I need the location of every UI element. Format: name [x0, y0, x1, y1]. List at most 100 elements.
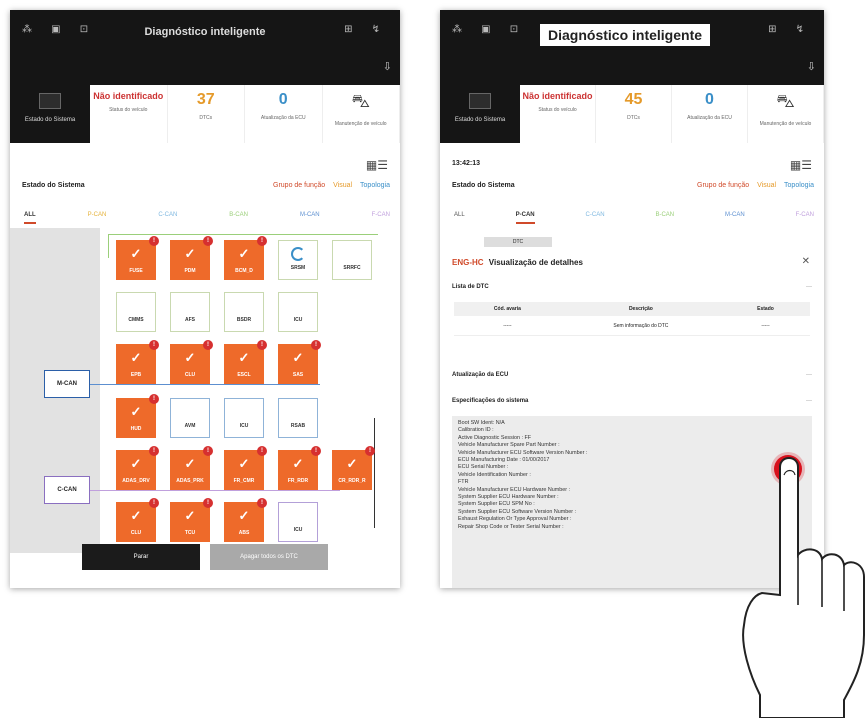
- view-toggle-icon[interactable]: ▦☰: [790, 158, 812, 172]
- ecu-tile[interactable]: ICU: [224, 398, 264, 438]
- view-toggle-icon[interactable]: ▦☰: [366, 158, 388, 172]
- left-tablet-screen: ⁂ ▣ ⊡ Diagnóstico inteligente ⊞ ↯ ⇩ Esta…: [10, 10, 400, 588]
- download-icon[interactable]: ⇩: [383, 60, 392, 73]
- dtc-count[interactable]: 37 DTCs: [168, 85, 245, 143]
- ecu-tile[interactable]: ! ✓ CR_RDR_R: [332, 446, 375, 490]
- vehicle-status[interactable]: Não identificado Status do veículo: [520, 85, 596, 143]
- warning-badge-icon: !: [203, 340, 213, 350]
- ecu-tile[interactable]: RSAB: [278, 398, 318, 438]
- ecu-tile[interactable]: ! ✓ HUD: [116, 394, 159, 438]
- tab-all[interactable]: ALL: [454, 212, 465, 224]
- dtc-list-header[interactable]: Lista de DTC —: [452, 284, 812, 290]
- ecu-tile[interactable]: ICU: [278, 292, 318, 332]
- ecu-update-header[interactable]: Atualização da ECU —: [452, 372, 812, 378]
- col-description: Descrição: [628, 306, 653, 312]
- ecu-update-label: Atualização da ECU: [260, 115, 306, 121]
- car-icon: ⛍: [351, 91, 371, 111]
- visual-link[interactable]: Visual: [333, 182, 352, 189]
- stop-button[interactable]: Parar: [82, 544, 200, 570]
- tab-p-can[interactable]: P-CAN: [515, 212, 535, 224]
- topology-link[interactable]: Topologia: [360, 182, 390, 189]
- home-icon: [39, 93, 61, 109]
- clear-dtc-button[interactable]: Apagar todos os DTC: [210, 544, 328, 570]
- tab-b-can[interactable]: B-CAN: [655, 212, 674, 224]
- loading-spinner-icon: [291, 247, 305, 261]
- vehicle-maintenance[interactable]: ⛍ Manutenção de veículo: [323, 85, 400, 143]
- dtc-count-value: 37: [196, 91, 215, 108]
- app-title: Diagnóstico inteligente: [540, 24, 711, 46]
- timestamp: 13:42:13: [452, 160, 481, 167]
- bus-line: [90, 490, 340, 491]
- ecu-name: RSAB: [290, 423, 306, 429]
- dtc-count[interactable]: 45 DTCs: [596, 85, 672, 143]
- vehicle-status[interactable]: Não identificado Status do veículo: [90, 85, 168, 143]
- ecu-tile[interactable]: ! ✓ BCM_D: [224, 236, 267, 280]
- can-tabs: ALL P-CAN C-CAN B-CAN M-CAN F-CAN: [454, 212, 814, 224]
- ecu-update[interactable]: 0 Atualização da ECU: [672, 85, 748, 143]
- tab-c-can[interactable]: C-CAN: [586, 212, 605, 224]
- ecu-name: FR_RDR: [287, 478, 309, 484]
- tab-f-can[interactable]: F-CAN: [372, 212, 390, 224]
- ecu-name: EPB: [130, 372, 142, 378]
- ecu-tile[interactable]: ! ✓ SAS: [278, 340, 321, 384]
- ecu-tile[interactable]: ICU: [278, 502, 318, 542]
- vehicle-status-label: Status do veículo: [109, 107, 148, 113]
- ecu-tile[interactable]: AFS: [170, 292, 210, 332]
- ecu-tile[interactable]: ! ✓ ADAS_DRV: [116, 446, 159, 490]
- ecu-tile[interactable]: SRSM: [278, 240, 318, 280]
- ecu-name: AVM: [184, 423, 196, 429]
- ecu-tile[interactable]: ! ✓ CLU: [170, 340, 213, 384]
- bus-line: [90, 384, 320, 385]
- download-icon[interactable]: ⇩: [807, 60, 816, 73]
- tab-b-can[interactable]: B-CAN: [229, 212, 248, 224]
- ecu-tile[interactable]: ! ✓ FR_CMR: [224, 446, 267, 490]
- collapse-icon[interactable]: —: [806, 398, 812, 404]
- ecu-name: AFS: [185, 317, 195, 323]
- dtc-table: Cód. avaria Descrição Estado ----- Sem i…: [454, 302, 810, 336]
- cell-code: -----: [503, 323, 512, 329]
- visual-link[interactable]: Visual: [757, 182, 776, 189]
- gateway-m-can[interactable]: M-CAN: [44, 370, 90, 398]
- ecu-name: FR_CMR: [233, 478, 255, 484]
- ecu-tile[interactable]: ! ✓ ADAS_PRK: [170, 446, 213, 490]
- specs-header[interactable]: Especificações do sistema —: [452, 398, 812, 404]
- system-state-title: Estado do Sistema: [452, 182, 515, 189]
- function-group-link[interactable]: Grupo de função: [273, 182, 325, 189]
- function-group-link[interactable]: Grupo de função: [697, 182, 749, 189]
- tab-m-can[interactable]: M-CAN: [300, 212, 320, 224]
- ecu-name: HUD: [130, 426, 142, 432]
- ecu-tile[interactable]: ! ✓ ESCL: [224, 340, 267, 384]
- tab-m-can[interactable]: M-CAN: [725, 212, 745, 224]
- ecu-tile[interactable]: ! ✓ FUSE: [116, 236, 159, 280]
- tab-c-can[interactable]: C-CAN: [158, 212, 177, 224]
- tab-p-can[interactable]: P-CAN: [88, 212, 107, 224]
- tab-all[interactable]: ALL: [24, 212, 36, 224]
- vehicle-maintenance[interactable]: ⛍ Manutenção de veículo: [748, 85, 824, 143]
- ecu-tile[interactable]: ! ✓ EPB: [116, 340, 159, 384]
- top-bar: ⁂ ▣ ⊡ Diagnóstico inteligente ⊞ ↯ ⇩: [10, 10, 400, 85]
- col-code: Cód. avaria: [493, 306, 521, 312]
- home-tile[interactable]: Estado do Sistema: [10, 85, 90, 143]
- ecu-tile[interactable]: CMMS: [116, 292, 156, 332]
- ecu-tile[interactable]: ! ✓ FR_RDR: [278, 446, 321, 490]
- tab-f-can[interactable]: F-CAN: [796, 212, 814, 224]
- warning-badge-icon: !: [149, 446, 159, 456]
- ecu-tile[interactable]: AVM: [170, 398, 210, 438]
- details-title-text: Visualização de detalhes: [488, 258, 583, 267]
- home-tile[interactable]: Estado do Sistema: [440, 85, 520, 143]
- ecu-tile[interactable]: ! ✓ ABS: [224, 498, 267, 542]
- gateway-c-can[interactable]: C-CAN: [44, 476, 90, 504]
- ecu-update[interactable]: 0 Atualização da ECU: [245, 85, 323, 143]
- topology-link[interactable]: Topologia: [784, 182, 814, 189]
- collapse-icon[interactable]: —: [806, 284, 812, 290]
- close-icon[interactable]: ✕: [802, 256, 810, 267]
- ecu-name: BSDR: [236, 317, 252, 323]
- ecu-tile[interactable]: SRRFC: [332, 240, 372, 280]
- ecu-tile[interactable]: ! ✓ TCU: [170, 498, 213, 542]
- table-row[interactable]: ----- Sem informação do DTC -----: [454, 316, 810, 336]
- ecu-tile[interactable]: BSDR: [224, 292, 264, 332]
- ecu-tile[interactable]: ! ✓ PDM: [170, 236, 213, 280]
- collapse-icon[interactable]: —: [806, 372, 812, 378]
- ecu-tile[interactable]: ! ✓ CLU: [116, 498, 159, 542]
- home-label: Estado do Sistema: [24, 117, 76, 123]
